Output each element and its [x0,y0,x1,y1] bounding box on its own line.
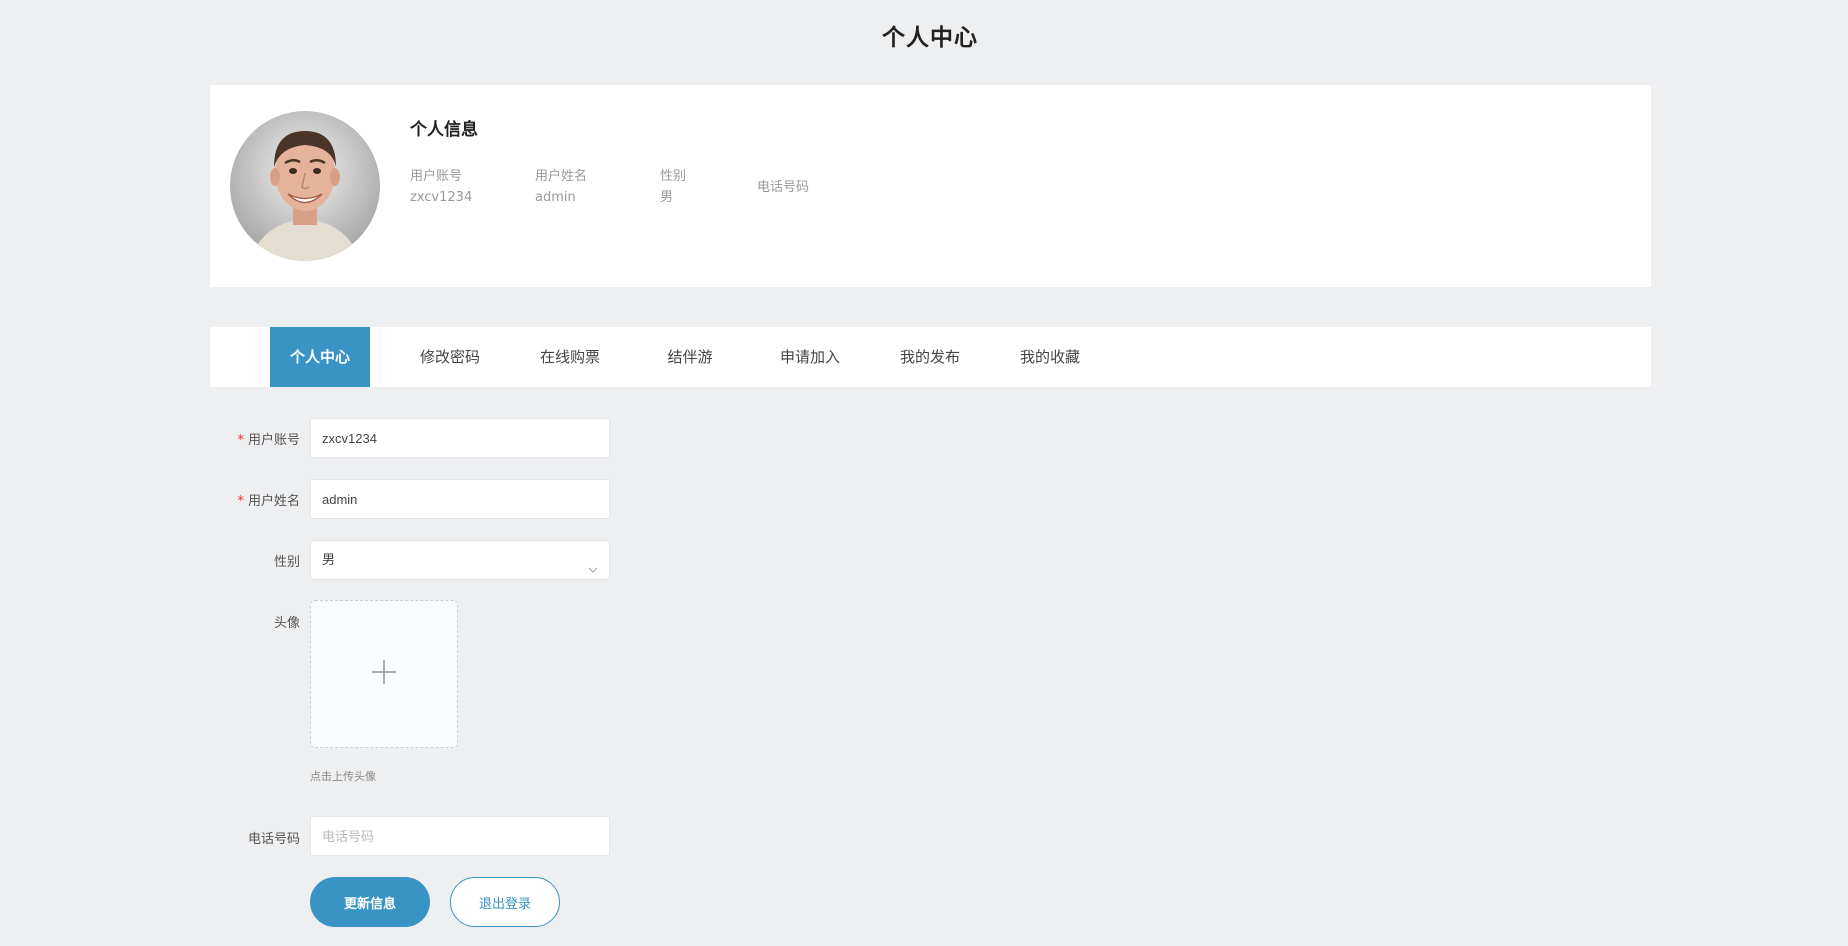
name-label: * 用户姓名 [180,490,300,509]
tab-my-favorites[interactable]: 我的收藏 [990,327,1110,387]
profile-field-value: admin [535,190,576,205]
tab-my-posts[interactable]: 我的发布 [870,327,990,387]
phone-input[interactable] [310,816,610,856]
user-photo-icon [230,111,380,261]
tab-apply-join[interactable]: 申请加入 [750,327,870,387]
name-input[interactable] [310,479,610,519]
profile-field-name: 用户姓名 admin [535,166,587,208]
logout-button[interactable]: 退出登录 [450,877,560,927]
required-mark: * [237,433,244,448]
profile-field-value: 男 [660,190,674,205]
profile-field-label: 用户账号 [410,169,463,184]
tab-online-ticket[interactable]: 在线购票 [510,327,630,387]
profile-field-phone: 电话号码 [757,177,809,198]
profile-field-gender: 性别 男 [660,166,686,208]
tab-personal-center[interactable]: 个人中心 [270,327,370,387]
avatar-upload-box[interactable] [310,600,458,748]
avatar [230,111,380,261]
plus-icon [371,659,397,689]
gender-label: 性别 [273,555,300,570]
profile-card: 个人信息 用户账号 zxcv1234 用户姓名 admin 性别 男 电话号码 [210,85,1651,287]
avatar-upload-tip: 点击上传头像 [310,770,376,783]
tab-travel-together[interactable]: 结伴游 [630,327,750,387]
profile-field-account: 用户账号 zxcv1234 [410,166,472,208]
gender-select-value: 男 [322,552,336,567]
required-mark: * [237,494,244,509]
phone-label: 电话号码 [247,832,300,847]
gender-select[interactable]: 男 [310,540,610,580]
profile-field-label: 电话号码 [757,180,810,195]
personal-center-page: 个人中心 个人信息 用户账号 zxcv1234 用户姓名 admin 性别 男 … [0,0,1848,946]
tab-bar: 个人中心 修改密码 在线购票 结伴游 申请加入 我的发布 我的收藏 [210,327,1651,387]
avatar-label: 头像 [273,616,300,631]
profile-field-value: zxcv1234 [410,190,473,205]
update-info-button[interactable]: 更新信息 [310,877,430,927]
account-input[interactable] [310,418,610,458]
profile-field-label: 性别 [660,169,687,184]
tab-change-password[interactable]: 修改密码 [390,327,510,387]
page-title: 个人中心 [882,25,978,51]
account-label-text: 用户账号 [247,433,300,448]
profile-info-title: 个人信息 [410,120,478,140]
profile-field-label: 用户姓名 [535,169,588,184]
account-label: * 用户账号 [180,429,300,448]
name-label-text: 用户姓名 [247,494,300,509]
chevron-down-icon [587,553,599,591]
